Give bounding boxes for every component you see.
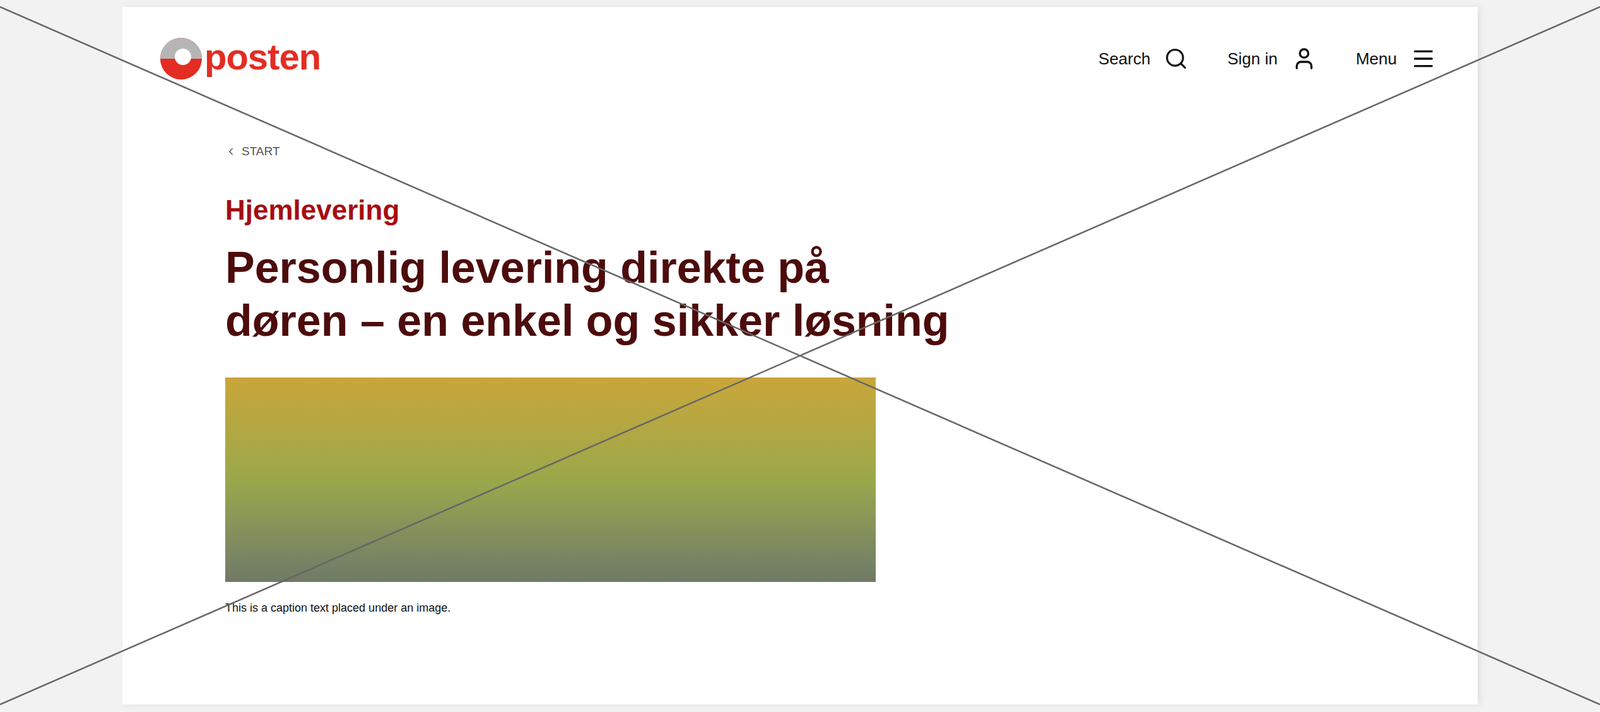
- main-nav: Search Sign in Menu: [1098, 46, 1436, 72]
- image-caption: This is a caption text placed under an i…: [225, 599, 1478, 617]
- page: posten Search Sign in Menu START Hjemlevering…: [0, 0, 1600, 712]
- article: START Hjemlevering Personlig levering dire…: [122, 79, 1478, 617]
- posten-logo-icon: [160, 37, 202, 80]
- content-panel: posten Search Sign in Menu START Hjemlevering…: [122, 6, 1478, 705]
- menu-icon: [1410, 46, 1436, 72]
- hero-image: [225, 377, 876, 582]
- user-icon: [1291, 46, 1317, 72]
- logo[interactable]: posten: [160, 37, 321, 80]
- search-icon: [1164, 46, 1189, 71]
- article-title: Personlig levering direkte på døren – en…: [225, 241, 958, 348]
- breadcrumb[interactable]: START: [225, 142, 1478, 161]
- nav-item[interactable]: Sign in: [1227, 46, 1317, 72]
- site-header: posten Search Sign in Menu: [122, 6, 1478, 80]
- cross-overlay: [0, 0, 1600, 712]
- chevron-left-icon: [225, 145, 237, 158]
- eyebrow: Hjemlevering: [225, 192, 1478, 228]
- nav-item[interactable]: Menu: [1355, 46, 1436, 72]
- nav-item[interactable]: Search: [1098, 46, 1189, 72]
